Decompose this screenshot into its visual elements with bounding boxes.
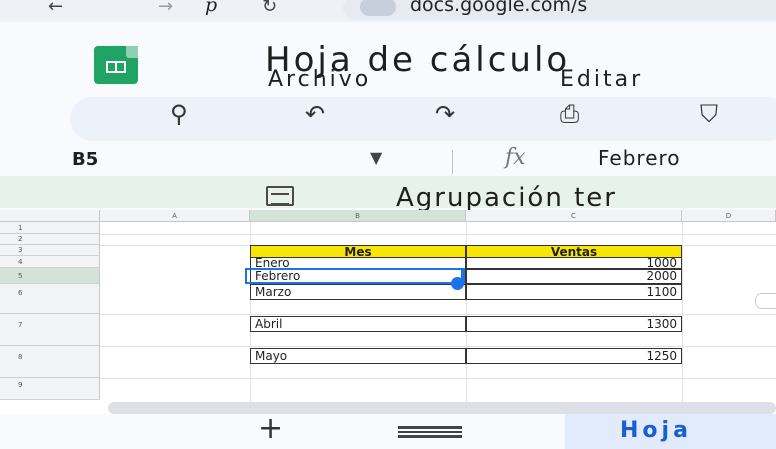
row-header-7[interactable]: 7 bbox=[0, 314, 100, 346]
print-icon[interactable]: ⎙ bbox=[560, 100, 579, 128]
selection-drag-handle[interactable] bbox=[451, 277, 464, 290]
reload-icon[interactable]: ↻ bbox=[262, 0, 277, 17]
menu-editar[interactable]: Editar bbox=[560, 67, 643, 92]
redo-icon[interactable]: ↷ bbox=[435, 100, 455, 128]
row-header-6[interactable]: 6 bbox=[0, 284, 100, 314]
cell-c5[interactable]: 2000 bbox=[466, 269, 682, 284]
side-bubble[interactable] bbox=[755, 293, 776, 309]
cell-c8[interactable]: 1250 bbox=[466, 348, 682, 364]
divider bbox=[452, 150, 453, 174]
gridline bbox=[100, 378, 776, 379]
column-header-d[interactable]: D bbox=[682, 210, 776, 222]
row-header-5[interactable]: 5 bbox=[0, 268, 100, 284]
sheets-logo-icon[interactable] bbox=[94, 46, 138, 84]
column-header-a[interactable]: A bbox=[100, 210, 250, 222]
spreadsheet-grid bbox=[0, 210, 776, 415]
url-text[interactable]: docs.google.com/s bbox=[410, 0, 587, 16]
cell-c4[interactable]: 1000 bbox=[466, 257, 682, 269]
column-header-c[interactable]: C bbox=[466, 210, 682, 222]
cut-off-text: p bbox=[205, 0, 218, 16]
plus-icon[interactable]: + bbox=[258, 411, 283, 446]
gridline bbox=[100, 314, 776, 315]
row-header-9[interactable]: 9 bbox=[0, 378, 100, 400]
cell-c7[interactable]: 1300 bbox=[466, 316, 682, 332]
cell-c6[interactable]: 1100 bbox=[466, 284, 682, 300]
formula-input[interactable]: Febrero bbox=[598, 146, 681, 170]
active-cell-selection[interactable] bbox=[245, 268, 465, 284]
row-header-8[interactable]: 8 bbox=[0, 346, 100, 378]
horizontal-scrollbar[interactable] bbox=[108, 402, 776, 414]
row-header-2[interactable]: 2 bbox=[0, 234, 100, 245]
grouping-label[interactable]: Agrupación ter bbox=[396, 183, 617, 213]
paint-format-icon[interactable]: ⛉ bbox=[700, 100, 718, 128]
menu-icon[interactable] bbox=[398, 426, 462, 438]
column-header-b[interactable]: B bbox=[250, 210, 466, 222]
cell-b7[interactable]: Abril bbox=[250, 316, 466, 332]
chevron-down-icon[interactable]: ▼ bbox=[370, 148, 382, 167]
grouping-bar bbox=[0, 176, 776, 208]
menu-archivo[interactable]: Archivo bbox=[268, 67, 371, 92]
back-arrow-icon[interactable]: ← bbox=[48, 0, 63, 17]
sheet-tab-label[interactable]: Hoja bbox=[620, 418, 692, 443]
gridline bbox=[100, 234, 776, 235]
name-box[interactable]: B5 bbox=[72, 149, 98, 170]
select-all-corner[interactable] bbox=[0, 210, 100, 222]
undo-icon[interactable]: ↶ bbox=[305, 100, 325, 128]
cell-b8[interactable]: Mayo bbox=[250, 348, 466, 364]
forward-arrow-icon[interactable]: → bbox=[158, 0, 173, 17]
cell-b6[interactable]: Marzo bbox=[250, 284, 466, 300]
row-header-4[interactable]: 4 bbox=[0, 256, 100, 268]
row-header-3[interactable]: 3 bbox=[0, 245, 100, 256]
search-icon[interactable]: ⚲ bbox=[170, 100, 188, 128]
fx-icon: fx bbox=[505, 145, 526, 170]
gridline bbox=[100, 346, 776, 347]
group-icon bbox=[266, 186, 294, 206]
row-header-1[interactable]: 1 bbox=[0, 222, 100, 234]
site-settings-icon[interactable] bbox=[360, 0, 396, 16]
